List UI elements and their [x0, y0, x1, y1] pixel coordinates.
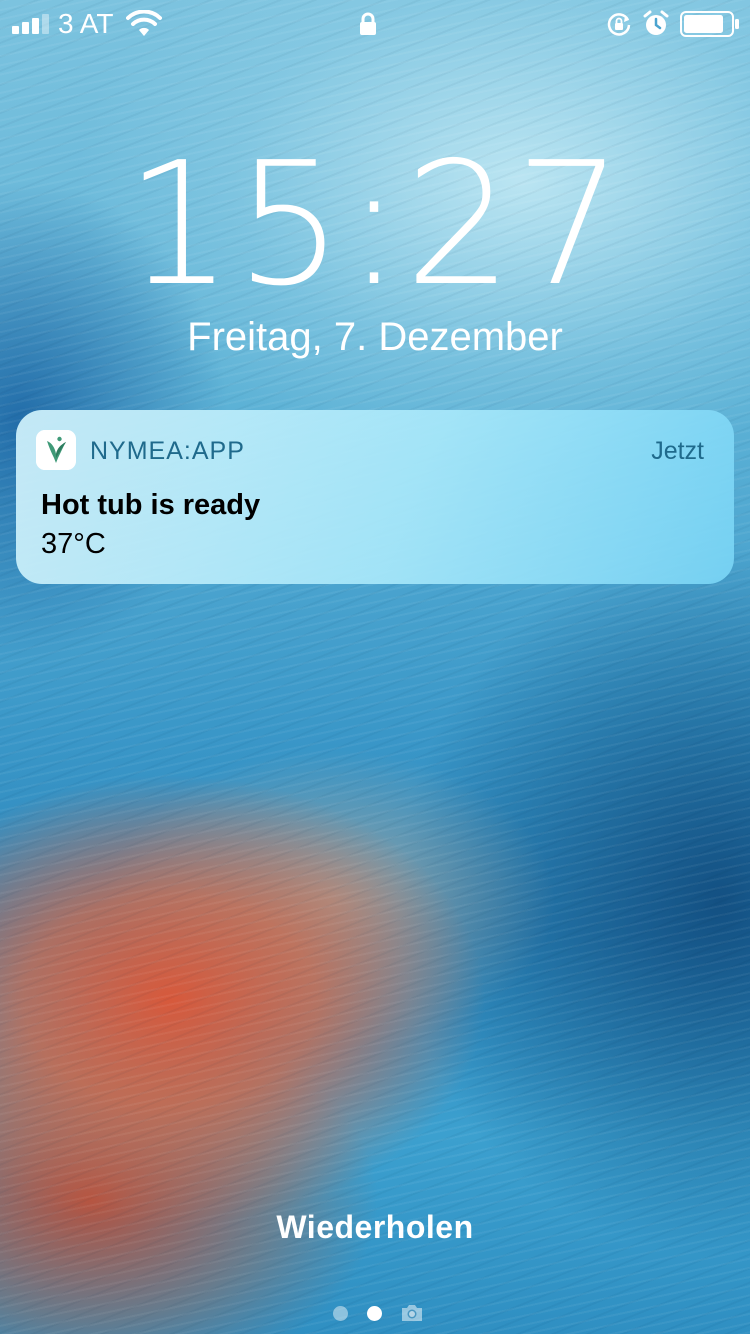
- signal-icon: [12, 14, 52, 34]
- status-bar: 3 AT: [0, 0, 750, 48]
- notification-app-name: NYMEA:APP: [90, 437, 245, 465]
- rotation-lock-icon: [607, 13, 631, 36]
- camera-icon[interactable]: [400, 1302, 424, 1324]
- alarm-icon: [643, 10, 669, 35]
- page-dot-active[interactable]: [367, 1306, 382, 1321]
- carrier-label: 3 AT: [58, 8, 114, 39]
- notification-timestamp: Jetzt: [651, 437, 704, 465]
- page-dot-inactive[interactable]: [333, 1306, 348, 1321]
- lock-screen-time: 15:27: [125, 126, 625, 324]
- notification-body: 37°C: [41, 528, 106, 560]
- battery-icon: [680, 11, 739, 37]
- notification-card[interactable]: NYMEA:APP Jetzt Hot tub is ready 37°C: [16, 410, 734, 584]
- page-indicator[interactable]: [330, 1301, 430, 1325]
- nymea-bird-icon: [36, 430, 76, 470]
- unlock-hint-label[interactable]: Wiederholen: [0, 1208, 750, 1246]
- lock-icon: [360, 12, 376, 35]
- lock-screen-date: Freitag, 7. Dezember: [187, 315, 563, 359]
- notification-title: Hot tub is ready: [41, 489, 261, 521]
- wifi-icon: [126, 10, 162, 36]
